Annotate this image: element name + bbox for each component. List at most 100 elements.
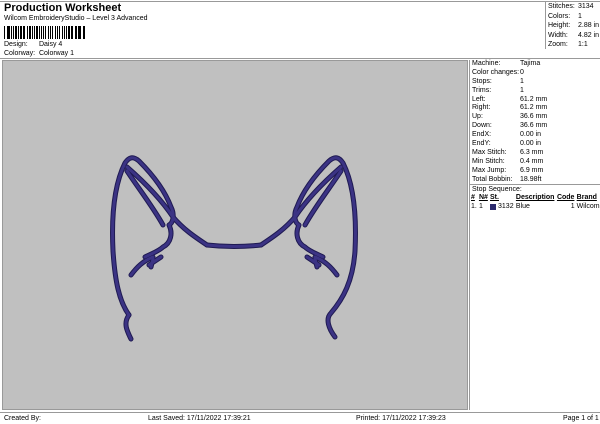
stop-sequence-table: # N# St. Description Code Brand 1. 1 313… [470,193,600,211]
page-number: Page 1 of 1 [563,415,599,422]
barcode-bar [26,26,29,39]
design-value: Daisy 4 [38,41,63,48]
machine-info-row: Left: 61.2 mm [470,96,600,105]
last-saved: Last Saved: 17/11/2022 17:39:21 [148,415,251,422]
stat-label: Colors: [548,12,571,20]
machine-info-panel: Machine: Tajima Color changes:0 Stops: 1 Trim… [469,60,600,410]
barcode-bar [65,26,67,39]
barcode-bar [49,26,51,39]
barcode-bar [31,26,33,39]
col-header-stitches: St. [490,194,499,202]
design-label: Design: [4,41,28,48]
machine-info-label: Up: [472,113,483,121]
row-stitches: 3132 [498,203,514,211]
stat-value: 3134 [578,3,594,10]
stat-colors: Colors: 1 [548,12,600,22]
barcode-bar [22,26,24,39]
machine-info-value: 36.6 mm [520,113,548,121]
machine-info-label: Min Stitch: [472,157,505,165]
design-row: Design: Daisy 4 [4,41,62,48]
machine-info-value: 6.9 mm [520,166,544,174]
machine-info-label: Stops: [472,77,492,85]
machine-info-row: Trims: 1 [470,87,600,96]
barcode-bar [77,26,79,39]
stat-value: 1 [578,12,582,20]
stat-value: 1:1 [578,41,588,48]
top-divider [0,1,600,2]
barcode-bar [41,26,43,39]
machine-info-label: EndY: [472,140,491,148]
barcode-bar [6,26,8,39]
created-by: Created By: [4,415,41,422]
barcode-bar [51,26,53,39]
machine-info-row: Max Jump: 6.9 mm [470,167,600,176]
machine-info-value: 1 [520,77,524,85]
colorway-value: Colorway 1 [38,50,74,57]
machine-info-row: EndX: 0.00 in [470,131,600,140]
machine-info-value: 61.2 mm [520,95,548,103]
barcode-bar [24,26,25,39]
barcode-bar [10,26,12,39]
machine-info-row: Machine: Tajima [470,60,600,69]
barcode-bar [59,26,60,39]
machine-info-row: Min Stitch: 0.4 mm [470,158,600,167]
barcode-bar [63,26,65,39]
barcode-bar [54,26,57,39]
machine-info-value: 61.2 mm [520,104,548,112]
footer: Created By: Last Saved: 17/11/2022 17:39… [0,412,600,424]
barcode-bar [13,26,14,39]
barcode-bar [38,26,40,39]
machine-info-value: 1 [520,86,524,94]
colorway-label: Colorway: [4,50,36,57]
center-bridge [205,243,263,248]
design-preview-canvas[interactable] [2,60,468,410]
barcode-bar [57,26,59,39]
barcode-bar [43,26,45,39]
color-swatch-icon [490,203,497,210]
machine-info-label: Left: [472,95,486,103]
stat-value: 4.82 in [578,31,600,39]
barcode-bar [72,26,73,39]
machine-info-row: Up: 36.6 mm [470,113,600,122]
barcode-bar [35,26,38,39]
machine-info-label: Trims: [472,86,492,94]
barcode-bar [61,26,63,39]
stat-zoom: Zoom: 1:1 [548,40,600,50]
machine-info-label: Max Jump: [472,166,507,174]
row-description: Blue [515,203,530,211]
barcode-bar [17,26,19,39]
table-row[interactable]: 1. 1 3132 Blue 1 Wilcom [470,202,600,211]
machine-info-label: Max Stitch: [472,148,507,156]
col-header-description: Description [515,194,555,202]
machine-info-row: EndY: 0.00 in [470,140,600,149]
stop-sequence-header-row: # N# St. Description Code Brand [470,193,600,202]
machine-info-label: Total Bobbin: [472,175,513,183]
barcode-bar [29,26,31,39]
barcode-bar [47,26,49,39]
machine-info-value: 6.3 mm [520,148,544,156]
col-header-num: # [471,194,475,202]
row-code: 1 [570,203,575,211]
barcode-bar [20,26,22,39]
machine-info-label: EndX: [472,131,492,139]
machine-info-row: Total Bobbin: 18.98ft [470,176,600,185]
stop-sequence-title: Stop Sequence: [470,184,600,193]
stat-label: Stitches: [548,3,575,10]
barcode-bar [45,26,46,39]
machine-info-value: Tajima [520,60,541,67]
machine-info-row: Down: 36.6 mm [470,122,600,131]
machine-info-row: Stops: 1 [470,78,600,87]
barcode-bar [70,26,72,39]
stats-panel: Stitches: 3134 Colors: 1 Height: 2.88 in Wi… [545,2,600,49]
machine-info-value: 0.00 in [520,140,542,148]
page-title: Production Worksheet [4,2,122,14]
stat-width: Width: 4.82 in [548,31,600,41]
stat-label: Height: [548,22,571,29]
machine-info-row: Color changes:0 [470,69,600,78]
barcode-bar [4,26,5,39]
stat-height: Height: 2.88 in [548,21,600,31]
machine-info-label: Right: [472,104,491,112]
barcode-bar [68,26,70,39]
row-num: 1. [471,203,477,211]
col-header-needle: N# [478,194,488,202]
